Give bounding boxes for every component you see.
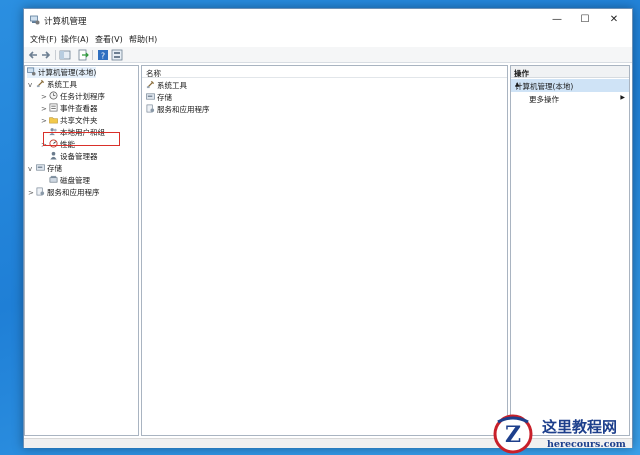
toolbar-separator (55, 50, 56, 60)
chevron-down-icon[interactable]: v (28, 164, 36, 175)
tree-item-computer-management[interactable]: 计算机管理(本地) (27, 67, 97, 78)
services-icon (36, 187, 45, 196)
navigation-tree: 计算机管理(本地) v 系统工具 > 任务计划程序 > 事件查看器 > 共享文件 (24, 65, 139, 436)
computer-management-icon (30, 15, 40, 25)
window-title: 计算机管理 (44, 17, 87, 27)
close-button[interactable]: ✕ (601, 12, 627, 28)
column-header-name[interactable]: 名称 (142, 66, 507, 78)
system-tools-icon (36, 79, 45, 88)
watermark-logo-icon: Z (493, 414, 533, 454)
actions-section-computer-management[interactable]: 计算机管理(本地) ▲ (511, 79, 629, 92)
tree-item-label: 共享文件夹 (60, 116, 98, 125)
clock-icon (49, 91, 58, 100)
services-icon (146, 104, 155, 113)
disk-icon (49, 175, 58, 183)
tree-item-label: 任务计划程序 (60, 92, 105, 101)
help-icon[interactable]: ? (97, 49, 109, 61)
chevron-right-icon[interactable]: > (41, 92, 49, 103)
minimize-button[interactable]: — (544, 12, 570, 28)
tree-item-services-applications[interactable]: > 服务和应用程序 (28, 187, 100, 198)
maximize-button[interactable]: ☐ (572, 12, 598, 28)
svg-text:Z: Z (505, 422, 521, 448)
list-item[interactable]: 服务和应用程序 (146, 104, 210, 115)
list-item-label: 存储 (157, 93, 172, 102)
tree-item-device-manager[interactable]: 设备管理器 (49, 151, 98, 162)
list-item-label: 系统工具 (157, 81, 187, 90)
actions-pane: 操作 计算机管理(本地) ▲ 更多操作 ▶ (510, 65, 630, 436)
show-hide-tree-icon[interactable] (59, 49, 71, 61)
forward-icon[interactable] (40, 49, 52, 61)
export-list-icon[interactable] (77, 49, 89, 61)
tree-item-task-scheduler[interactable]: > 任务计划程序 (41, 91, 105, 102)
more-actions-item[interactable]: 更多操作 (529, 94, 559, 105)
tree-item-event-viewer[interactable]: > 事件查看器 (41, 103, 98, 114)
properties-icon[interactable] (111, 49, 123, 61)
tree-item-system-tools[interactable]: v 系统工具 (28, 79, 77, 90)
tree-item-storage[interactable]: v 存储 (28, 163, 62, 174)
storage-icon (146, 93, 155, 100)
tree-item-label: 计算机管理(本地) (38, 68, 97, 77)
submenu-arrow-icon[interactable]: ▶ (620, 94, 625, 101)
chevron-down-icon[interactable]: v (28, 80, 36, 91)
tree-item-label: 服务和应用程序 (47, 188, 100, 197)
title-bar: 计算机管理 — ☐ ✕ (24, 9, 632, 31)
back-icon[interactable] (27, 49, 39, 61)
tree-item-disk-management[interactable]: 磁盘管理 (49, 175, 90, 186)
column-header-label: 名称 (146, 69, 161, 78)
tree-item-label: 磁盘管理 (60, 176, 90, 185)
tree-item-shared-folders[interactable]: > 共享文件夹 (41, 115, 98, 126)
event-viewer-icon (49, 103, 58, 112)
shared-folder-icon (49, 117, 58, 124)
menu-help[interactable]: 帮助(H) (129, 34, 157, 45)
highlight-annotation (43, 132, 120, 146)
chevron-right-icon[interactable]: > (41, 104, 49, 115)
toolbar: ? (24, 47, 632, 63)
tree-item-label: 存储 (47, 164, 62, 173)
watermark: Z 这里教程网 herecours.com (490, 412, 640, 455)
computer-management-icon (27, 67, 36, 76)
watermark-title: 这里教程网 (542, 418, 618, 436)
list-item[interactable]: 存储 (146, 92, 172, 103)
svg-text:?: ? (101, 52, 105, 61)
system-tools-icon (146, 80, 155, 89)
menu-file[interactable]: 文件(F) (30, 34, 57, 45)
collapse-up-icon[interactable]: ▲ (515, 81, 625, 88)
menu-bar: 文件(F) 操作(A) 查看(V) 帮助(H) (24, 32, 632, 46)
storage-icon (36, 164, 45, 171)
tree-item-label: 系统工具 (47, 80, 77, 89)
device-manager-icon (50, 151, 57, 160)
computer-management-window: 计算机管理 — ☐ ✕ 文件(F) 操作(A) 查看(V) 帮助(H) ? 计算… (23, 8, 633, 448)
actions-header-label: 操作 (514, 69, 529, 78)
menu-action[interactable]: 操作(A) (61, 34, 89, 45)
tree-item-label: 事件查看器 (60, 104, 98, 113)
chevron-right-icon[interactable]: > (41, 116, 49, 127)
content-list: 名称 系统工具 存储 服务和应用程序 (141, 65, 508, 436)
tree-item-label: 设备管理器 (60, 152, 98, 161)
list-item-label: 服务和应用程序 (157, 105, 210, 114)
chevron-right-icon[interactable]: > (28, 188, 36, 199)
watermark-url: herecours.com (547, 439, 626, 450)
list-item[interactable]: 系统工具 (146, 80, 187, 91)
actions-header: 操作 (511, 66, 629, 78)
menu-view[interactable]: 查看(V) (95, 34, 123, 45)
toolbar-separator (92, 50, 93, 60)
